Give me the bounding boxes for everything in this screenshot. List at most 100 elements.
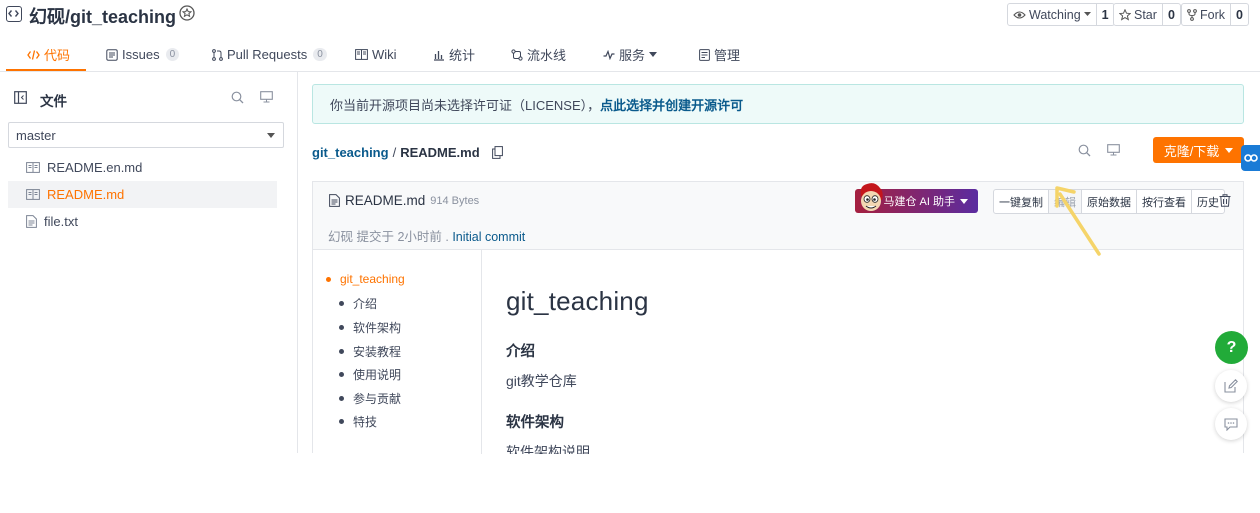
bar-chart-icon (434, 50, 444, 61)
text-file-icon (26, 215, 37, 228)
tab-stats[interactable]: 统计 (433, 38, 475, 71)
tab-pipeline[interactable]: 流水线 (511, 38, 566, 71)
readme-paragraph: git教学仓库 (506, 373, 577, 389)
toc-item[interactable]: git_teaching (326, 272, 405, 286)
ai-mascot-icon (857, 182, 885, 214)
markdown-file-icon (26, 189, 40, 200)
tab-code[interactable]: 代码 (27, 38, 70, 71)
blame-button[interactable]: 按行查看 (1136, 190, 1191, 213)
search-icon[interactable] (231, 91, 244, 107)
manage-icon (699, 48, 710, 61)
help-icon: ? (1226, 338, 1237, 356)
readme-paragraph: 软件架构说明 (506, 444, 590, 454)
copy-all-button[interactable]: 一键复制 (994, 190, 1048, 213)
help-button[interactable]: ? (1215, 331, 1248, 364)
chat-icon (1224, 417, 1238, 431)
file-actions: 一键复制 编辑 原始数据 按行查看 历史 (993, 189, 1225, 214)
license-banner: 你当前开源项目尚未选择许可证（LICENSE）， 点此选择并创建开源许可 (312, 84, 1244, 124)
star-label: Star (1134, 7, 1157, 22)
license-text: 你当前开源项目尚未选择许可证（LICENSE）， (330, 97, 601, 113)
toc-item[interactable]: 安装教程 (339, 343, 401, 360)
monitor-icon[interactable] (1107, 144, 1120, 159)
create-license-link[interactable]: 点此选择并创建开源许可 (600, 95, 743, 114)
feedback-button[interactable] (1215, 370, 1247, 402)
commit-link[interactable]: Initial commit (452, 230, 525, 244)
code-icon (27, 49, 40, 60)
trash-icon[interactable] (1219, 194, 1231, 210)
pipeline-icon (511, 48, 523, 61)
copy-icon[interactable] (491, 146, 503, 159)
markdown-file-icon (26, 162, 40, 173)
file-item-readme-en[interactable]: README.en.md (8, 154, 277, 181)
breadcrumb: git_teaching / README.md (312, 145, 503, 160)
watching-button[interactable]: Watching 1 (1007, 3, 1115, 26)
sidebar-toggle-icon[interactable] (14, 91, 27, 107)
breadcrumb-separator: / (392, 145, 397, 160)
clone-download-button[interactable]: 克隆/下载 (1153, 137, 1244, 163)
link-icon (1243, 154, 1258, 162)
star-icon (1119, 8, 1131, 21)
toc-item[interactable]: 介绍 (339, 295, 377, 312)
annotation-arrow-icon (1055, 186, 1101, 256)
chevron-down-icon (649, 52, 658, 57)
file-name: file.txt (44, 214, 78, 229)
ai-assistant-label: 马建仓 AI 助手 (883, 196, 955, 208)
star-count[interactable]: 0 (1161, 4, 1180, 25)
fork-label: Fork (1200, 7, 1225, 22)
chevron-down-icon (960, 198, 968, 204)
pull-requests-count: 0 (313, 48, 327, 61)
side-plugin-tab[interactable] (1241, 145, 1260, 171)
tab-pull-requests[interactable]: Pull Requests 0 (212, 38, 327, 71)
repo-title[interactable]: 幻砚/git_teaching (29, 3, 176, 29)
issues-icon (106, 48, 118, 61)
sidebar-title: 文件 (40, 94, 67, 109)
edit-note-icon (1224, 379, 1238, 393)
file-item-file-txt[interactable]: file.txt (8, 208, 277, 235)
search-icon[interactable] (1078, 144, 1091, 160)
pull-request-icon (212, 48, 223, 61)
fork-icon (1187, 8, 1197, 21)
file-sidebar: 文件 master README.en.md README.md file.tx… (0, 72, 298, 453)
tab-services[interactable]: 服务 (603, 38, 658, 71)
star-button[interactable]: Star 0 (1113, 3, 1181, 26)
readme-title: git_teaching (506, 286, 649, 316)
file-name: README.md (47, 187, 125, 202)
code-repo-icon (6, 6, 22, 22)
repo-tabs: 代码 Issues 0 Pull Requests 0 Wiki 统计 流水线 … (0, 38, 1260, 72)
tab-manage[interactable]: 管理 (699, 38, 740, 71)
readme-heading: 软件架构 (506, 415, 564, 431)
branch-select[interactable]: master (8, 122, 284, 148)
chevron-down-icon (267, 133, 275, 138)
repo-header: 幻砚/git_teaching Watching 1 Star 0 Fork 0 (0, 0, 1260, 30)
toc-item[interactable]: 参与贡献 (339, 390, 401, 407)
breadcrumb-repo-link[interactable]: git_teaching (312, 145, 389, 160)
branch-name: master (16, 127, 56, 143)
app: 幻砚/git_teaching Watching 1 Star 0 Fork 0… (0, 0, 1260, 513)
chat-button[interactable] (1215, 408, 1247, 440)
tab-wiki[interactable]: Wiki (355, 38, 397, 71)
active-tab-indicator (6, 69, 86, 71)
file-item-readme[interactable]: README.md (8, 181, 277, 208)
file-name: README.md (345, 193, 426, 208)
book-icon (355, 49, 368, 60)
file-viewer: README.md 914 Bytes 幻砚 提交于 2小时前 . Initia… (312, 181, 1244, 454)
recommend-badge-icon[interactable] (178, 4, 196, 25)
issues-count: 0 (165, 48, 180, 61)
readme-content: git_teaching 介绍 git教学仓库 软件架构 软件架构说明 (506, 250, 1206, 454)
breadcrumb-file: README.md (400, 145, 480, 160)
file-name: README.en.md (47, 160, 143, 175)
readme-heading: 介绍 (506, 344, 535, 360)
tab-issues[interactable]: Issues 0 (106, 38, 180, 71)
clone-label: 克隆/下载 (1163, 143, 1220, 159)
monitor-icon[interactable] (260, 91, 273, 106)
toc-item[interactable]: 特技 (339, 413, 377, 430)
pulse-icon (603, 49, 615, 60)
toc-item[interactable]: 使用说明 (339, 366, 401, 383)
toc-item[interactable]: 软件架构 (339, 319, 401, 336)
file-icon (329, 194, 340, 207)
file-title: README.md 914 Bytes (329, 193, 479, 208)
fork-count[interactable]: 0 (1230, 4, 1248, 25)
watching-count[interactable]: 1 (1095, 4, 1114, 25)
fork-button[interactable]: Fork 0 (1181, 3, 1249, 26)
eye-icon (1013, 10, 1026, 19)
